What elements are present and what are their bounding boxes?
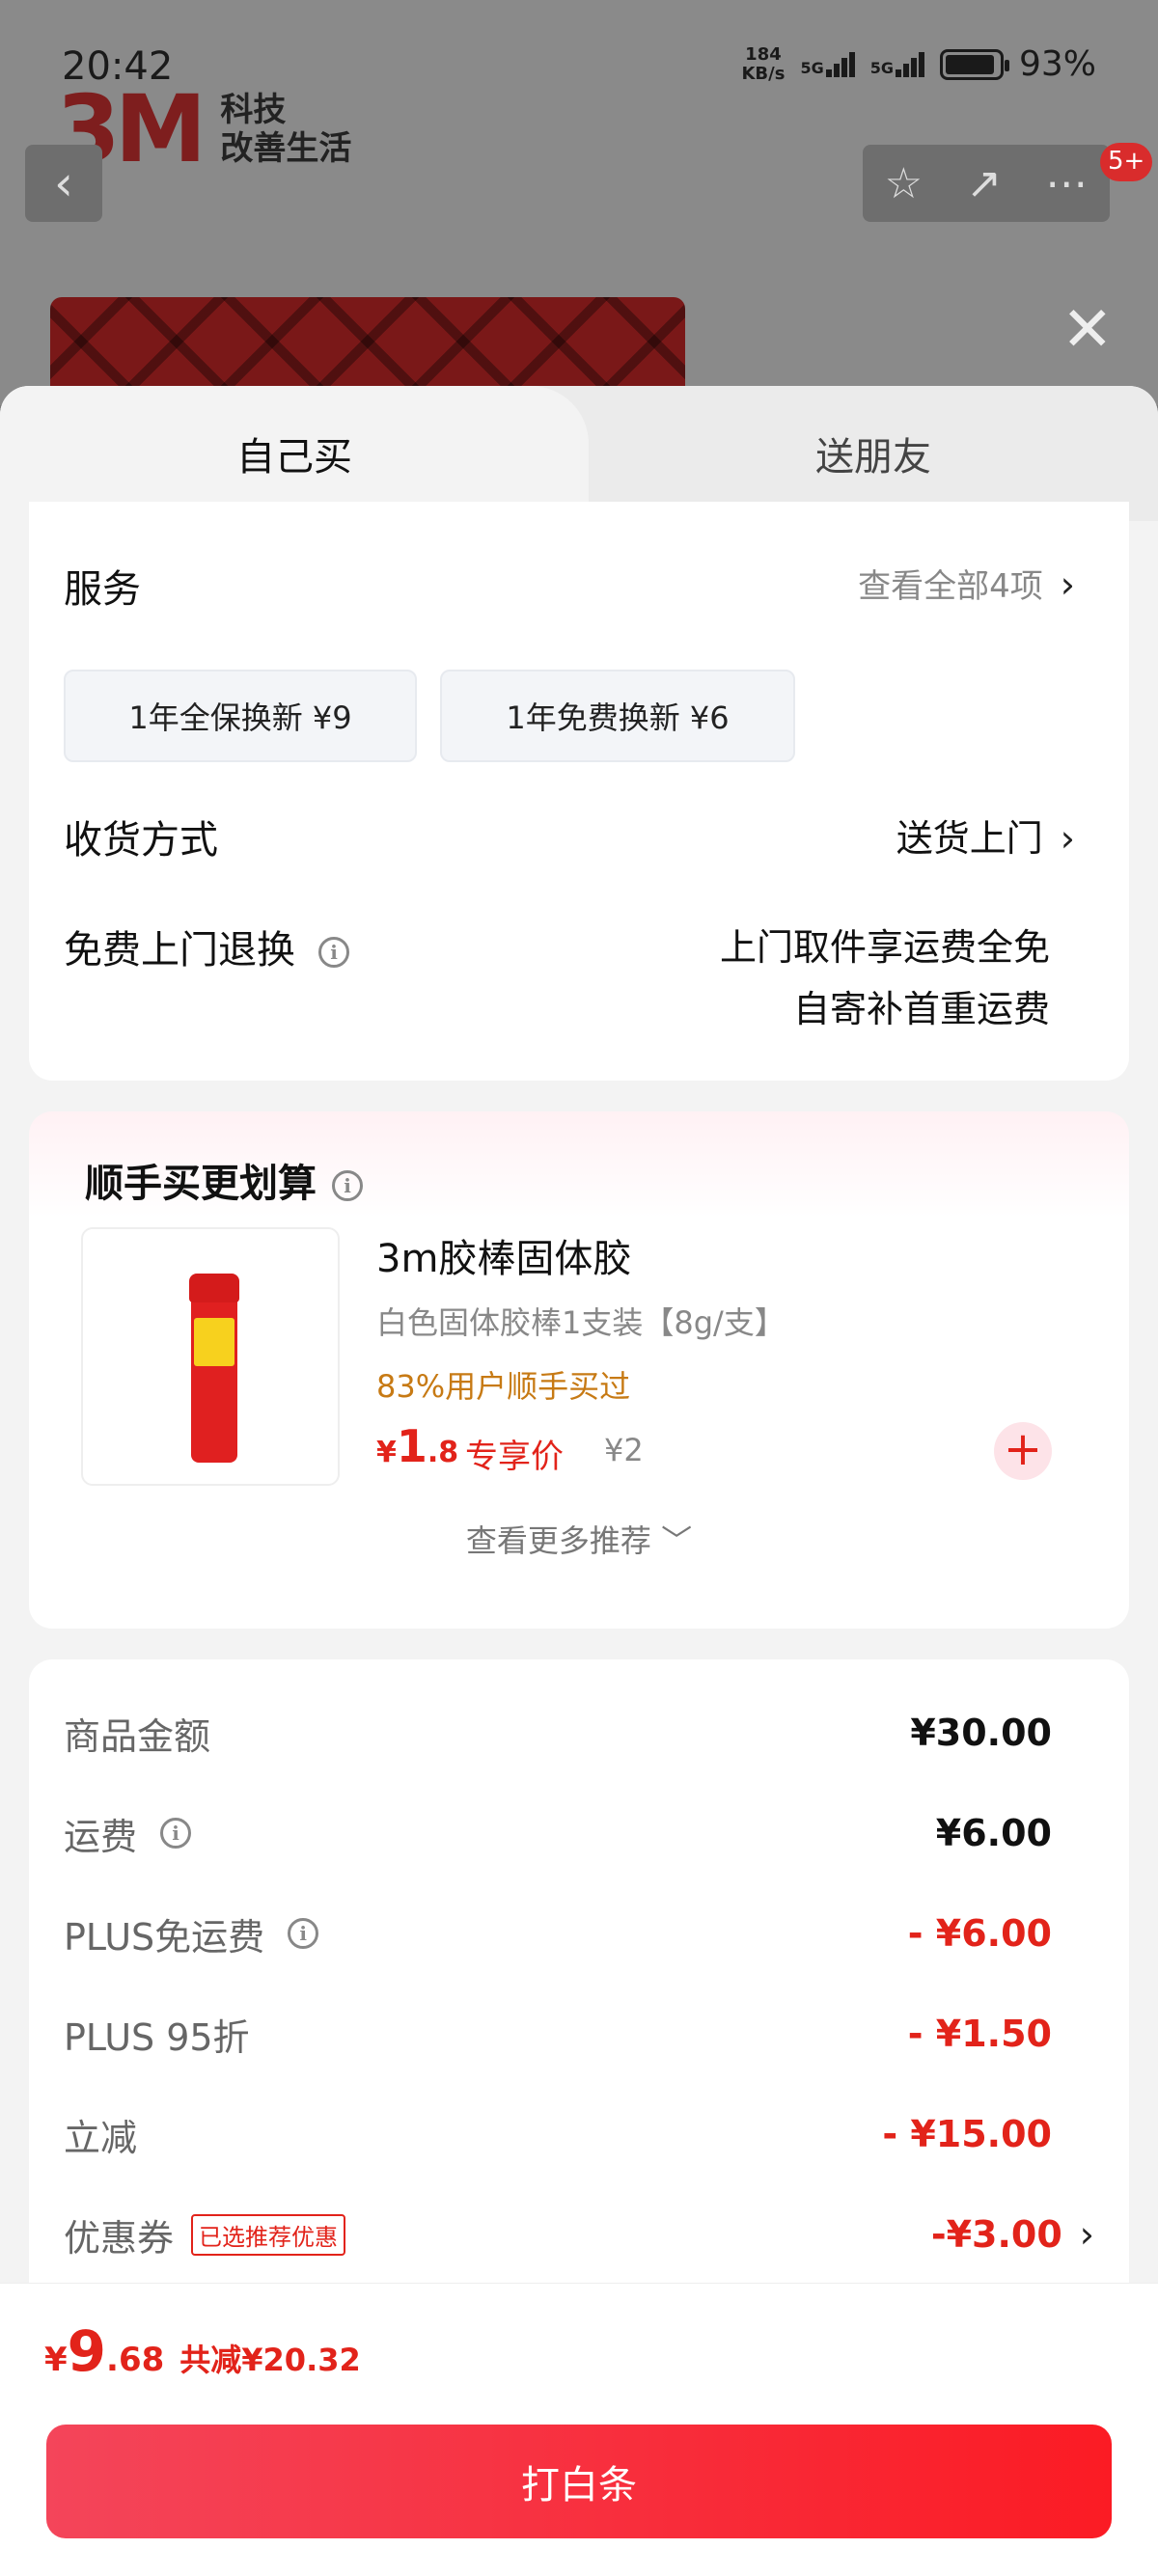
fee-row-instant-discount: 立减 - ¥15.00 [64, 2113, 1052, 2159]
info-icon[interactable]: i [318, 937, 349, 968]
service-chip-full-protection[interactable]: 1年全保换新 ¥9 [64, 670, 417, 762]
net-speed: 184 KB/s [741, 43, 786, 84]
view-more-recommendations[interactable]: 查看更多推荐 ﹀ [29, 1517, 1129, 1561]
service-chip-free-replace[interactable]: 1年免费换新 ¥6 [440, 670, 795, 762]
battery-level: 93% [1018, 44, 1096, 84]
service-card: 服务 查看全部4项 › 1年全保换新 ¥9 1年免费换新 ¥6 收货方式 送货上门… [29, 502, 1129, 1081]
pay-button[interactable]: 打白条 [46, 2425, 1112, 2538]
info-icon[interactable]: i [160, 1818, 192, 1849]
addon-bought-rate: 83%用户顺手买过 [376, 1368, 631, 1405]
fee-row-shipping: 运费 i ¥6.00 [64, 1812, 1052, 1858]
battery-icon [939, 48, 1009, 80]
checkout-bar: ¥ 9 .68 共减¥20.32 打白条 [0, 2283, 1158, 2576]
chevron-right-icon: › [1060, 817, 1075, 860]
signal-icon: 5G [800, 51, 855, 77]
original-price: ¥2 [604, 1432, 644, 1468]
fee-row-plus-discount: PLUS 95折 - ¥1.50 [64, 2013, 1052, 2059]
tab-gift-friend[interactable]: 送朋友 [589, 386, 1158, 521]
status-indicators: 184 KB/s 5G 5G 93% [741, 44, 1096, 84]
addon-price: ¥ 1 .8 [376, 1420, 459, 1472]
share-icon[interactable]: ↗ [966, 159, 1002, 208]
info-icon[interactable]: i [288, 1918, 319, 1949]
purchase-tabs: 自己买 送朋友 [0, 386, 1158, 521]
delivery-method[interactable]: 送货上门 › [896, 808, 1075, 862]
more-icon[interactable]: ⋯ [1045, 159, 1088, 208]
exclusive-price-tag: 专享价 [465, 1438, 564, 1476]
glue-stick-image [189, 1274, 239, 1463]
info-icon[interactable]: i [332, 1170, 363, 1201]
fee-row-goods: 商品金额 ¥30.00 [64, 1712, 1052, 1758]
fee-row-plus-free-shipping: PLUS免运费 i - ¥6.00 [64, 1912, 1052, 1959]
free-return-title: 免费上门退换 i [64, 918, 349, 974]
addon-card: 顺手买更划算 i 3m胶棒固体胶 白色固体胶棒1支装【8g/支】 83%用户顺手买… [29, 1111, 1129, 1629]
brand-slogan: 科技 改善生活 [220, 91, 352, 168]
chevron-right-icon: › [1079, 2213, 1094, 2256]
tab-buy-for-self[interactable]: 自己买 [0, 386, 589, 521]
addon-product-image[interactable] [81, 1227, 340, 1486]
header-actions: ☆ ↗ ⋯ [863, 145, 1110, 222]
total-saved: 共减¥20.32 [179, 2342, 361, 2378]
fee-row-coupon[interactable]: 优惠券 已选推荐优惠 -¥3.00 › [64, 2206, 1094, 2263]
free-return-desc: 上门取件享运费全免 自寄补首重运费 [719, 926, 1050, 1030]
addon-product-spec: 白色固体胶棒1支装【8g/支】 [376, 1304, 786, 1341]
total-price: ¥ 9 .68 共减¥20.32 [44, 2318, 361, 2384]
purchase-sheet: 自己买 送朋友 服务 查看全部4项 › 1年全保换新 ¥9 1年免费换新 ¥6 收… [0, 386, 1158, 2576]
back-button[interactable]: ‹ [25, 145, 102, 222]
notification-badge: 5+ [1100, 143, 1153, 181]
chevron-right-icon: › [1060, 563, 1075, 606]
signal-icon-2: 5G [870, 51, 924, 77]
view-all-services[interactable]: 查看全部4项 › [858, 560, 1075, 607]
service-title: 服务 [64, 567, 141, 612]
chevron-left-icon: ‹ [54, 155, 73, 211]
addon-title: 顺手买更划算 i [85, 1152, 363, 1208]
star-icon[interactable]: ☆ [885, 159, 923, 208]
coupon-tag: 已选推荐优惠 [191, 2213, 346, 2256]
delivery-title: 收货方式 [64, 818, 218, 863]
close-icon[interactable]: ✕ [1062, 299, 1114, 361]
add-item-button[interactable]: + [994, 1422, 1052, 1480]
addon-product-name[interactable]: 3m胶棒固体胶 [376, 1227, 631, 1283]
